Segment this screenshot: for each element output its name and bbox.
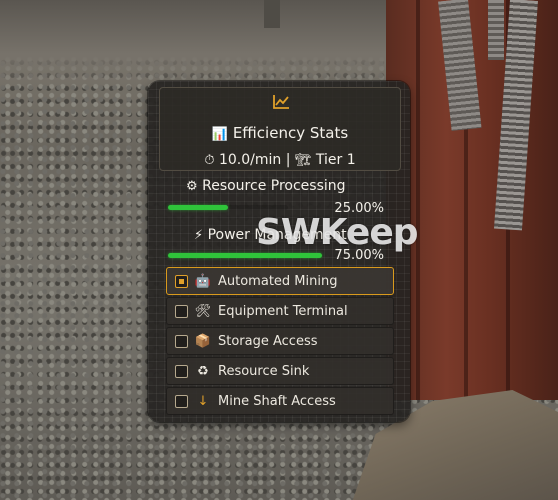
- resource-processing-bar-fill: [168, 205, 228, 210]
- menu-item-storage-access[interactable]: 📦 Storage Access: [166, 327, 394, 355]
- power-management-bar: [168, 253, 322, 258]
- down-arrow-icon: ↓: [197, 393, 209, 409]
- menu-item-equipment-terminal[interactable]: 🛠 Equipment Terminal: [166, 297, 394, 325]
- wooden-post: [264, 0, 280, 28]
- power-management-percent: 75.00%: [334, 248, 384, 263]
- power-management-label: ⚡ Power Management: [194, 227, 347, 243]
- rock-wall: [0, 0, 430, 90]
- gear-icon: ⚙: [186, 179, 198, 194]
- stats-row: ⏱ 10.0/min | 🏗 Tier 1: [160, 152, 400, 168]
- menu-item-automated-mining[interactable]: 🤖 Automated Mining: [166, 267, 394, 295]
- resource-processing-label: ⚙ Resource Processing: [186, 178, 346, 194]
- bar-chart-icon: 📊: [211, 127, 229, 142]
- power-management-bar-fill: [168, 253, 322, 258]
- separator: |: [285, 152, 291, 168]
- crane-icon: 🏗: [294, 153, 312, 168]
- metal-pipe: [488, 0, 504, 60]
- checkbox[interactable]: [175, 274, 188, 288]
- checkbox[interactable]: [175, 304, 188, 318]
- resource-processing-bar: [168, 205, 288, 210]
- robot-icon: 🤖: [194, 273, 212, 289]
- lightning-icon: ⚡: [194, 228, 204, 243]
- rate-value: 10.0/min: [218, 152, 282, 168]
- menu-item-resource-sink[interactable]: ♻ Resource Sink: [166, 357, 394, 385]
- storage-icon: 📦: [194, 333, 212, 349]
- tier-value: Tier 1: [315, 152, 356, 168]
- menu-item-mine-shaft-access[interactable]: ↓ Mine Shaft Access: [166, 387, 394, 415]
- checkbox[interactable]: [175, 394, 188, 408]
- title-text: Efficiency Stats: [232, 124, 349, 142]
- efficiency-header-card: 📊 Efficiency Stats ⏱ 10.0/min | 🏗 Tier 1: [159, 87, 401, 171]
- recycle-icon: ♻: [197, 363, 209, 379]
- machine-status-panel: 📊 Efficiency Stats ⏱ 10.0/min | 🏗 Tier 1…: [148, 81, 410, 422]
- trend-chart-icon: [273, 95, 289, 109]
- stopwatch-icon: ⏱: [204, 153, 215, 168]
- panel-title: 📊 Efficiency Stats: [160, 124, 400, 142]
- resource-processing-percent: 25.00%: [334, 201, 384, 216]
- checkbox[interactable]: [175, 364, 188, 378]
- action-menu: 🤖 Automated Mining 🛠 Equipment Terminal …: [166, 267, 394, 417]
- tools-icon: 🛠: [194, 303, 212, 319]
- checkbox[interactable]: [175, 334, 188, 348]
